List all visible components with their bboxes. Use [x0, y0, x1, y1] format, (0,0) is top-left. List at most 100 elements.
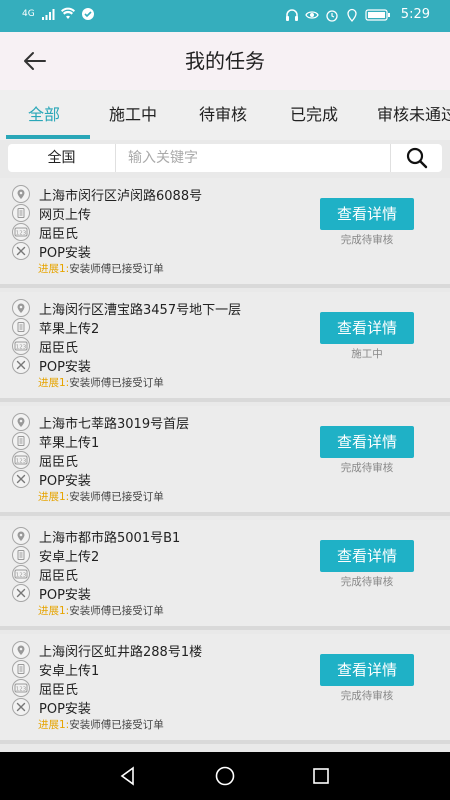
task-upload-source: 网页上传 — [39, 207, 92, 223]
task-type: POP安装 — [39, 701, 91, 717]
number-icon: 123 — [12, 679, 30, 697]
task-status: 完成待审核 — [340, 462, 394, 474]
tab-bar: 全部 施工中 待审核 已完成 审核未通过 — [0, 90, 450, 140]
svg-text:123: 123 — [16, 345, 27, 351]
app-notification-icon — [81, 8, 94, 20]
location-icon — [12, 527, 30, 545]
headset-icon — [285, 8, 298, 21]
task-progress: 进展1:安装师傅已接受订单 — [38, 489, 164, 504]
svg-text:123: 123 — [16, 459, 27, 465]
view-details-button[interactable]: 查看详情 — [320, 654, 414, 686]
svg-text:123: 123 — [16, 231, 27, 237]
task-upload-source: 安卓上传2 — [39, 549, 100, 565]
task-client: 屈臣氏 — [39, 454, 79, 470]
location-icon — [12, 413, 30, 431]
task-list: 上海市闵行区泸闵路6088号 网页上传 123 屈臣氏 POP安装 进展1:安装师… — [0, 178, 450, 752]
task-progress: 进展1:安装师傅已接受订单 — [38, 375, 164, 390]
task-progress: 进展1:安装师傅已接受订单 — [38, 717, 164, 732]
nav-recents-button[interactable] — [310, 765, 332, 787]
tools-icon — [12, 356, 30, 374]
nav-home-button[interactable] — [214, 765, 236, 787]
number-icon: 123 — [12, 451, 30, 469]
progress-tag: 进展1: — [38, 719, 70, 731]
tools-icon — [12, 242, 30, 260]
back-arrow-icon — [24, 52, 46, 70]
back-button[interactable] — [20, 48, 50, 74]
document-icon — [12, 204, 30, 222]
task-progress: 进展1:安装师傅已接受订单 — [38, 261, 164, 276]
page-title: 我的任务 — [185, 49, 265, 73]
task-upload-source: 苹果上传1 — [39, 435, 100, 451]
app-header: 我的任务 — [0, 32, 450, 90]
task-card[interactable]: 上海市都市路5001号B1 安卓上传2 123 屈臣氏 POP安装 进展1:安装师… — [0, 520, 450, 630]
progress-text: 安装师傅已接受订单 — [69, 719, 164, 731]
nav-back-button[interactable] — [117, 765, 139, 787]
progress-text: 安装师傅已接受订单 — [69, 605, 164, 617]
progress-text: 安装师傅已接受订单 — [69, 491, 164, 503]
battery-icon — [365, 8, 390, 21]
document-icon — [12, 432, 30, 450]
region-selector[interactable]: 全国 — [8, 144, 116, 172]
signal-label: 4G — [22, 9, 35, 19]
task-address: 上海市七莘路3019号首层 — [39, 416, 190, 432]
task-type: POP安装 — [39, 245, 91, 261]
view-details-button[interactable]: 查看详情 — [320, 312, 414, 344]
task-upload-source: 安卓上传1 — [39, 663, 100, 679]
tools-icon — [12, 584, 30, 602]
task-address: 上海市都市路5001号B1 — [39, 530, 181, 546]
location-icon — [12, 299, 30, 317]
task-card[interactable]: 上海闵行区漕宝路3457号地下一层 苹果上传2 123 屈臣氏 POP安装 进展1… — [0, 292, 450, 402]
task-client: 屈臣氏 — [39, 226, 79, 242]
progress-tag: 进展1: — [38, 377, 70, 389]
svg-text:123: 123 — [16, 573, 27, 579]
square-recents-icon — [313, 768, 329, 784]
task-progress: 进展1:安装师傅已接受订单 — [38, 603, 164, 618]
task-card[interactable]: 上海闵行区虹井路288号1楼 安卓上传1 123 屈臣氏 POP安装 进展1:安装… — [0, 634, 450, 744]
progress-tag: 进展1: — [38, 605, 70, 617]
status-bar: 4G 5:29 — [0, 0, 450, 32]
location-icon — [12, 185, 30, 203]
tab-in-progress[interactable]: 施工中 — [109, 90, 157, 140]
task-client: 屈臣氏 — [39, 340, 79, 356]
wifi-icon — [60, 7, 75, 20]
signal-icon — [41, 9, 55, 20]
system-nav-bar — [0, 752, 450, 800]
progress-tag: 进展1: — [38, 491, 70, 503]
task-status: 完成待审核 — [340, 576, 394, 588]
task-card[interactable]: 上海市七莘路3019号首层 苹果上传1 123 屈臣氏 POP安装 进展1:安装师… — [0, 406, 450, 516]
view-details-button[interactable]: 查看详情 — [320, 540, 414, 572]
task-client: 屈臣氏 — [39, 568, 79, 584]
progress-text: 安装师傅已接受订单 — [69, 263, 164, 275]
search-icon — [406, 147, 427, 169]
location-status-icon — [347, 8, 357, 22]
task-upload-source: 苹果上传2 — [39, 321, 100, 337]
tab-all[interactable]: 全部 — [28, 90, 60, 140]
view-details-button[interactable]: 查看详情 — [320, 198, 414, 230]
triangle-back-icon — [120, 766, 134, 786]
document-icon — [12, 546, 30, 564]
alarm-icon — [326, 9, 338, 22]
task-status: 完成待审核 — [340, 234, 394, 246]
svg-text:123: 123 — [16, 687, 27, 693]
eye-icon — [305, 10, 319, 19]
view-details-button[interactable]: 查看详情 — [320, 426, 414, 458]
task-type: POP安装 — [39, 359, 91, 375]
progress-tag: 进展1: — [38, 263, 70, 275]
document-icon — [12, 318, 30, 336]
task-card[interactable]: 上海市闵行区泸闵路6088号 网页上传 123 屈臣氏 POP安装 进展1:安装师… — [0, 178, 450, 288]
tab-completed[interactable]: 已完成 — [290, 90, 338, 140]
task-status: 施工中 — [351, 348, 383, 360]
tab-rejected[interactable]: 审核未通过 — [377, 90, 450, 140]
location-icon — [12, 641, 30, 659]
number-icon: 123 — [12, 337, 30, 355]
task-address: 上海市闵行区泸闵路6088号 — [39, 188, 203, 204]
search-button[interactable] — [390, 144, 442, 172]
tools-icon — [12, 698, 30, 716]
tab-pending-review[interactable]: 待审核 — [199, 90, 247, 140]
number-icon: 123 — [12, 223, 30, 241]
search-input[interactable] — [128, 144, 388, 172]
active-tab-indicator — [6, 135, 90, 139]
task-type: POP安装 — [39, 473, 91, 489]
progress-text: 安装师傅已接受订单 — [69, 377, 164, 389]
number-icon: 123 — [12, 565, 30, 583]
